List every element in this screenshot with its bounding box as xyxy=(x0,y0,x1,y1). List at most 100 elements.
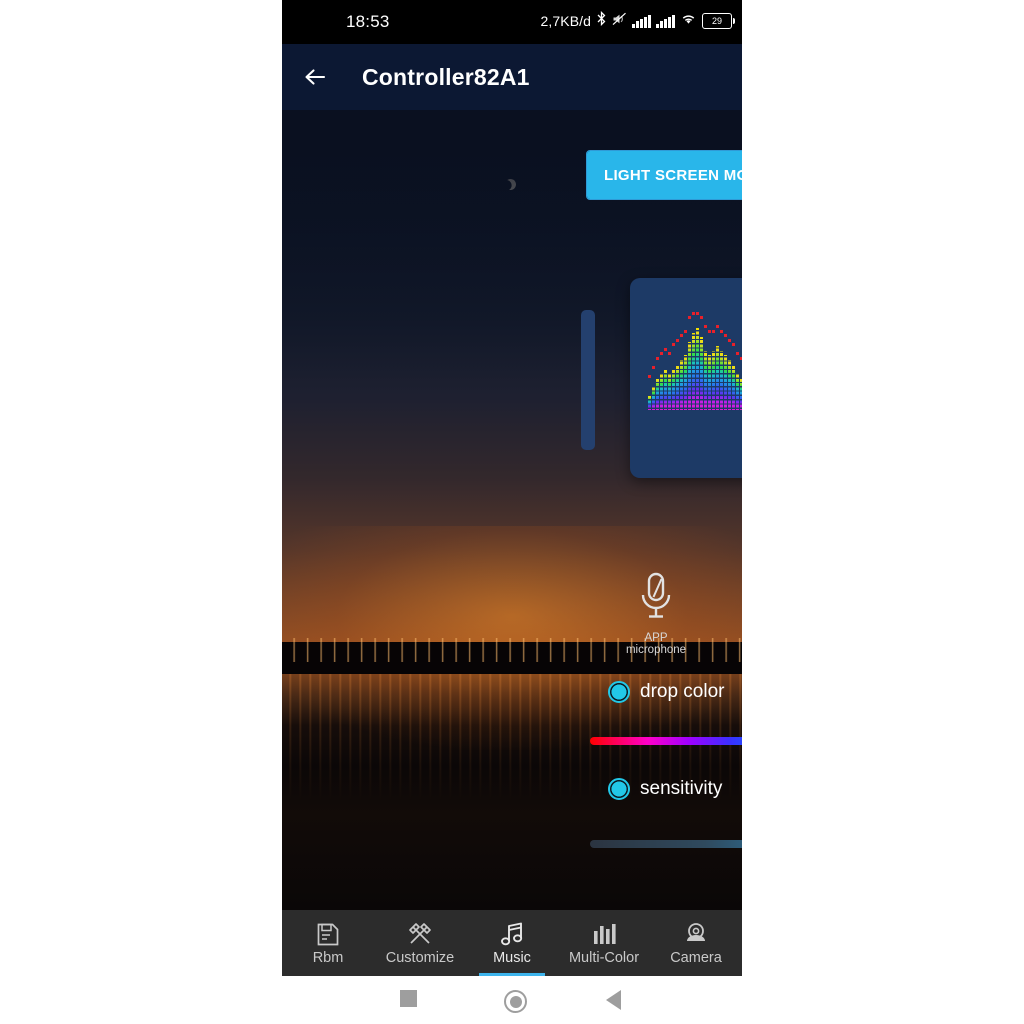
spectrum-bar xyxy=(712,310,715,410)
tab-multi-color-label: Multi-Color xyxy=(568,949,640,966)
spectrum-bar xyxy=(724,310,727,410)
spectrum-peak-dot xyxy=(660,352,663,355)
app-bar: Controller82A1 xyxy=(282,44,742,110)
bars-icon xyxy=(591,921,617,947)
spectrum-peak-dot xyxy=(720,330,723,333)
spectrum-bar xyxy=(732,310,735,410)
spectrum-peak-dot xyxy=(648,375,651,378)
tab-camera-label: Camera xyxy=(670,949,722,966)
spectrum-bar xyxy=(736,310,739,410)
spectrum-bar xyxy=(692,310,695,410)
tab-rbm-label: Rbm xyxy=(312,949,344,966)
spectrum-bar xyxy=(708,310,711,410)
spectrum-bar xyxy=(672,310,675,410)
visualizer-card[interactable] xyxy=(630,278,742,478)
android-navigation-bar xyxy=(282,976,742,1024)
status-bar-data-rate: 2,7KB/d xyxy=(540,13,592,29)
page-title: Controller82A1 xyxy=(362,64,530,90)
tab-customize[interactable]: Customize xyxy=(374,910,466,976)
tab-rbm[interactable]: Rbm xyxy=(282,910,374,976)
tab-camera[interactable]: Camera xyxy=(650,910,742,976)
spectrum-peak-dot xyxy=(668,352,671,355)
spectrum-peak-dot xyxy=(652,366,655,369)
tab-music-label: Music xyxy=(493,949,531,966)
phone-screen: 18:53 2,7KB/d 29 Controller82A1 LIGHT SC… xyxy=(282,0,742,1024)
document-icon xyxy=(316,921,340,947)
spectrum-bar xyxy=(660,310,663,410)
spectrum-peak-dot xyxy=(728,339,731,342)
radio-drop-color[interactable]: drop color xyxy=(608,681,742,703)
spectrum-bar xyxy=(696,310,699,410)
spectrum-bar xyxy=(664,310,667,410)
radio-sensitivity[interactable]: sensitivity xyxy=(608,778,742,800)
radio-indicator xyxy=(608,778,630,800)
tab-light-screen-mode[interactable]: LIGHT SCREEN MODE xyxy=(587,151,742,199)
spectrum-bar xyxy=(680,310,683,410)
radio-drop-color-label: drop color xyxy=(640,681,725,702)
battery-icon: 29 xyxy=(702,13,736,29)
spectrum-peak-dot xyxy=(656,357,659,360)
battery-percent: 29 xyxy=(711,15,722,26)
spectrum-bar xyxy=(676,310,679,410)
radio-indicator xyxy=(608,681,630,703)
tab-multi-color[interactable]: Multi-Color xyxy=(558,910,650,976)
spectrum-peak-dot xyxy=(736,352,739,355)
square-icon[interactable] xyxy=(400,990,417,1007)
spectrum-bar xyxy=(740,310,742,410)
spectrum-peak-dot xyxy=(708,330,711,333)
pencil-ruler-icon xyxy=(407,921,433,947)
tab-customize-label: Customize xyxy=(385,949,455,966)
spectrum-peak-dot xyxy=(664,348,667,351)
carousel-prev-card[interactable] xyxy=(581,310,595,450)
spectrum-bar xyxy=(652,310,655,410)
sensitivity-slider[interactable] xyxy=(590,840,742,848)
adjust-mode-radio-group: sensitivity Brightness xyxy=(608,778,742,800)
spectrum-peak-dot xyxy=(716,325,719,328)
bluetooth-icon xyxy=(596,10,607,31)
spectrum-bar xyxy=(704,310,707,410)
spectrum-analyzer xyxy=(648,310,742,410)
bottom-navigation: Rbm Customize Music Multi-Color Camera xyxy=(282,910,742,976)
status-bar: 18:53 2,7KB/d 29 xyxy=(282,0,742,44)
spectrum-peak-dot xyxy=(712,330,715,333)
mute-icon xyxy=(612,12,627,31)
signal-bars-icon xyxy=(632,14,652,28)
spectrum-bar xyxy=(688,310,691,410)
spectrum-bar xyxy=(700,310,703,410)
spectrum-bar xyxy=(716,310,719,410)
color-mode-radio-group: drop color sound column color xyxy=(608,681,742,703)
app-microphone-option[interactable]: APP microphone xyxy=(614,570,698,656)
spectrum-peak-dot xyxy=(724,334,727,337)
spectrum-peak-dot xyxy=(672,343,675,346)
spectrum-peak-dot xyxy=(688,316,691,319)
spectrum-peak-dot xyxy=(692,312,695,315)
signal-bars-icon xyxy=(656,14,675,28)
spectrum-bar xyxy=(684,310,687,410)
tab-music[interactable]: Music xyxy=(466,910,558,976)
radio-sensitivity-label: sensitivity xyxy=(640,778,723,799)
spectrum-bar xyxy=(720,310,723,410)
circle-icon[interactable] xyxy=(504,990,527,1013)
spectrum-peak-dot xyxy=(740,357,742,360)
spectrum-bar xyxy=(656,310,659,410)
mode-toggle-group[interactable]: LIGHT SCREEN MODE LIGHT BAR MODE xyxy=(586,150,742,200)
spectrum-peak-dot xyxy=(704,325,707,328)
spectrum-peak-dot xyxy=(676,339,679,342)
spectrum-peak-dot xyxy=(696,312,699,315)
spectrum-peak-dot xyxy=(684,330,687,333)
music-note-icon xyxy=(499,921,525,947)
wifi-icon xyxy=(680,12,697,30)
spectrum-bar xyxy=(648,310,651,410)
spectrum-peak-dot xyxy=(700,316,703,319)
app-microphone-label: APP microphone xyxy=(625,632,687,656)
status-bar-time: 18:53 xyxy=(346,12,390,31)
spectrum-peak-dot xyxy=(732,343,735,346)
color-slider[interactable] xyxy=(590,737,742,745)
spectrum-bar xyxy=(668,310,671,410)
back-arrow-icon[interactable] xyxy=(302,64,328,90)
spectrum-bar xyxy=(728,310,731,410)
camera-icon xyxy=(683,921,709,947)
microphone-icon xyxy=(641,572,671,618)
triangle-back-icon[interactable] xyxy=(606,990,621,1010)
spectrum-peak-dot xyxy=(680,334,683,337)
